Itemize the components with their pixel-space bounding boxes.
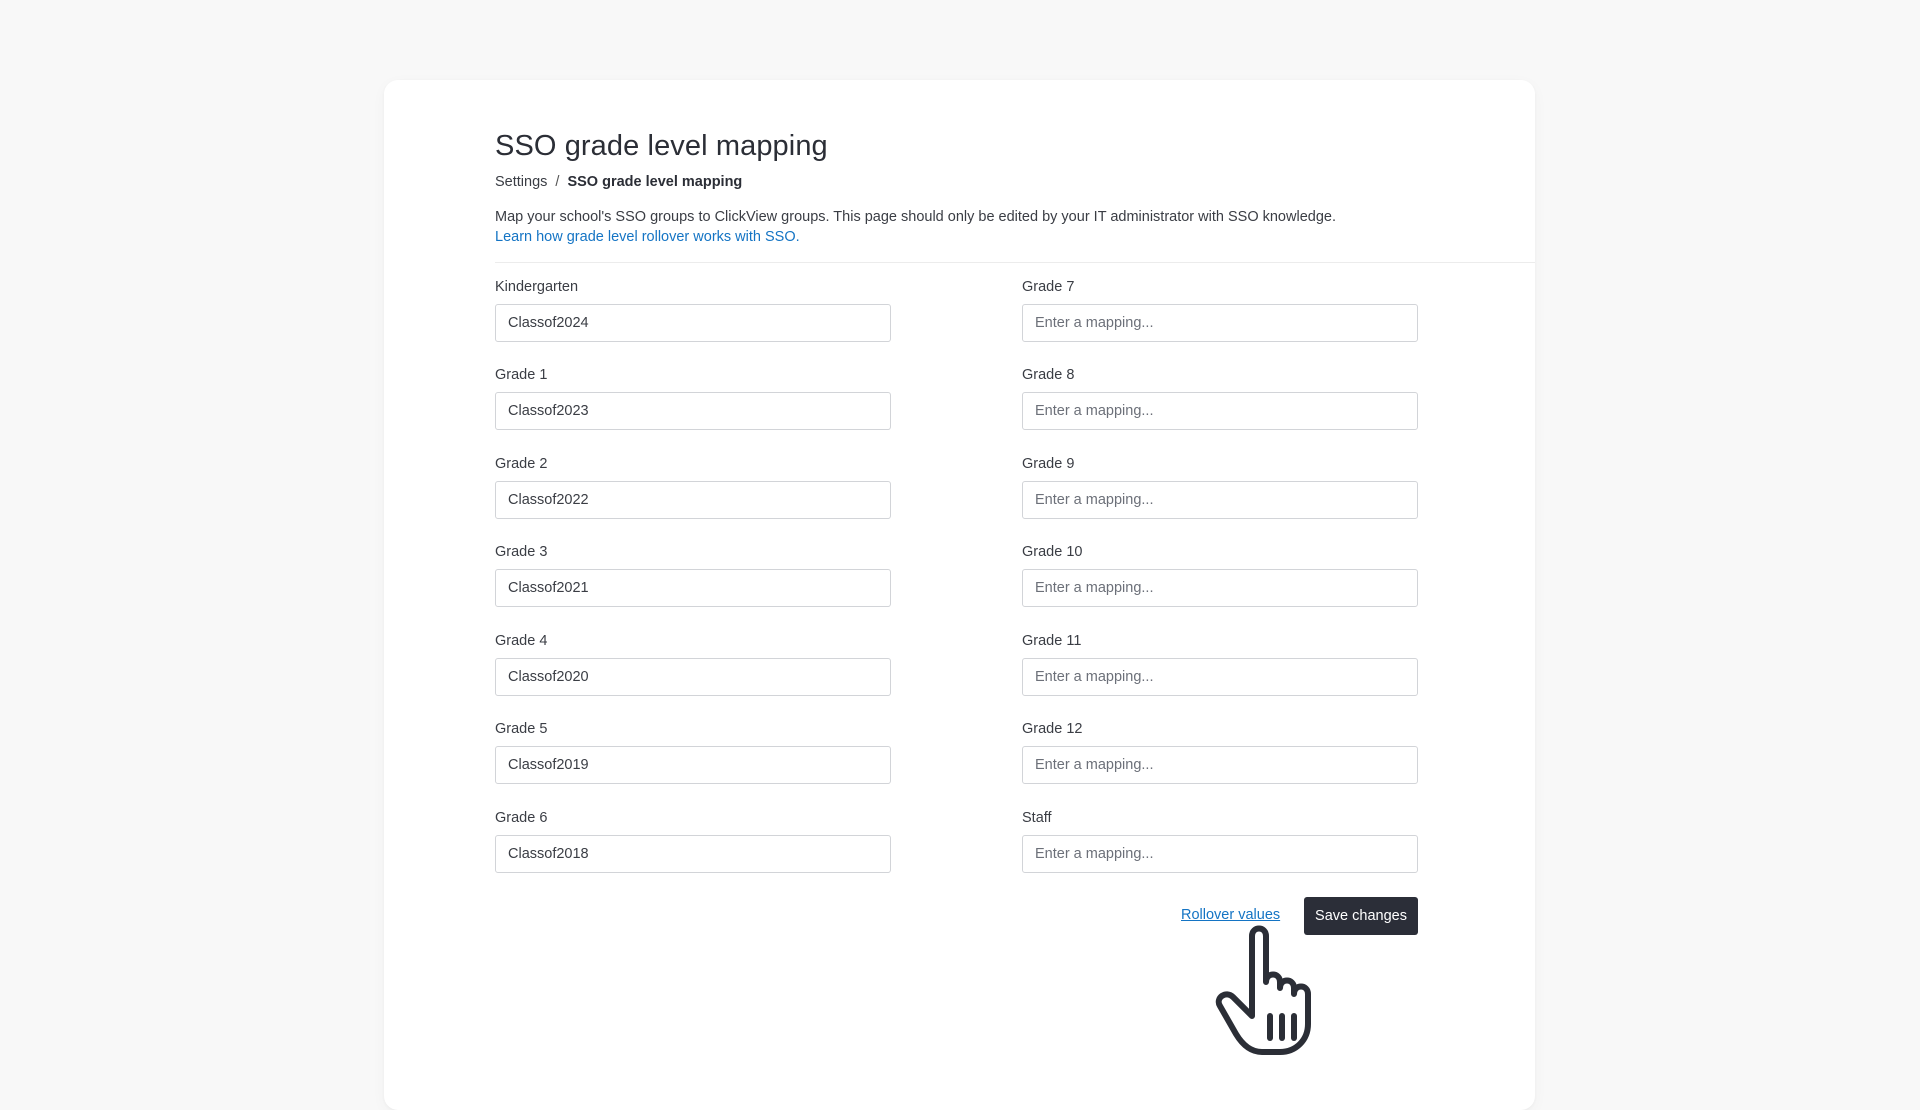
mapping-input-grade-8[interactable] (1022, 392, 1418, 430)
field-label: Staff (1022, 810, 1052, 826)
field-grade-11: Grade 11 (1022, 633, 1418, 696)
field-label: Grade 12 (1022, 721, 1083, 737)
mapping-input-grade-1[interactable] (495, 392, 891, 430)
mapping-input-staff[interactable] (1022, 835, 1418, 873)
field-label: Grade 7 (1022, 279, 1075, 295)
field-grade-9: Grade 9 (1022, 456, 1418, 519)
field-label: Grade 1 (495, 367, 548, 383)
mapping-input-kindergarten[interactable] (495, 304, 891, 342)
field-grade-4: Grade 4 (495, 633, 891, 696)
field-grade-6: Grade 6 (495, 810, 891, 873)
mapping-input-grade-2[interactable] (495, 481, 891, 519)
field-grade-8: Grade 8 (1022, 367, 1418, 430)
mapping-input-grade-6[interactable] (495, 835, 891, 873)
breadcrumb: Settings / SSO grade level mapping (495, 174, 742, 190)
breadcrumb-separator: / (555, 174, 560, 190)
field-grade-3: Grade 3 (495, 544, 891, 607)
field-label: Grade 3 (495, 544, 548, 560)
field-label: Grade 9 (1022, 456, 1075, 472)
field-grade-5: Grade 5 (495, 721, 891, 784)
header-divider (495, 262, 1535, 263)
breadcrumb-settings[interactable]: Settings (495, 174, 547, 190)
save-changes-button[interactable]: Save changes (1304, 897, 1418, 935)
field-grade-12: Grade 12 (1022, 721, 1418, 784)
page-description: Map your school's SSO groups to ClickVie… (495, 209, 1336, 225)
field-kindergarten: Kindergarten (495, 279, 891, 342)
field-label: Grade 5 (495, 721, 548, 737)
field-grade-1: Grade 1 (495, 367, 891, 430)
field-label: Grade 10 (1022, 544, 1083, 560)
field-label: Grade 11 (1022, 633, 1082, 649)
field-label: Grade 8 (1022, 367, 1075, 383)
field-staff: Staff (1022, 810, 1418, 873)
field-grade-10: Grade 10 (1022, 544, 1418, 607)
mapping-input-grade-10[interactable] (1022, 569, 1418, 607)
rollover-values-link[interactable]: Rollover values (1181, 907, 1280, 923)
mapping-input-grade-4[interactable] (495, 658, 891, 696)
mapping-input-grade-12[interactable] (1022, 746, 1418, 784)
field-label: Grade 6 (495, 810, 548, 826)
mapping-input-grade-11[interactable] (1022, 658, 1418, 696)
field-label: Grade 2 (495, 456, 548, 472)
mapping-input-grade-7[interactable] (1022, 304, 1418, 342)
field-grade-2: Grade 2 (495, 456, 891, 519)
field-label: Kindergarten (495, 279, 579, 295)
page-title: SSO grade level mapping (495, 130, 828, 162)
learn-rollover-link[interactable]: Learn how grade level rollover works wit… (495, 229, 800, 245)
breadcrumb-current: SSO grade level mapping (567, 174, 743, 190)
field-label: Grade 4 (495, 633, 548, 649)
field-grade-7: Grade 7 (1022, 279, 1418, 342)
settings-card: SSO grade level mapping Settings / SSO g… (384, 80, 1535, 1110)
mapping-input-grade-9[interactable] (1022, 481, 1418, 519)
mapping-input-grade-3[interactable] (495, 569, 891, 607)
mapping-input-grade-5[interactable] (495, 746, 891, 784)
